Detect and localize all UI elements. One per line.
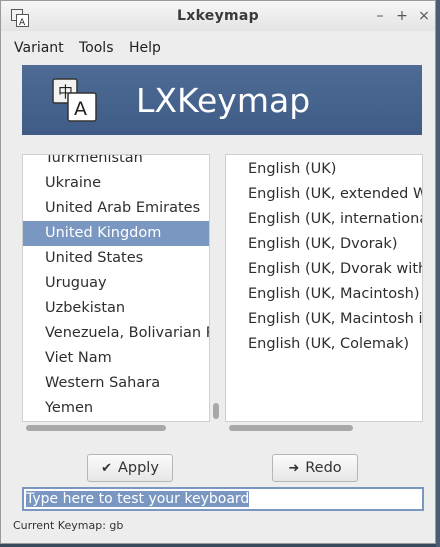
list-item[interactable]: United Arab Emirates [23, 196, 209, 221]
list-item-selected[interactable]: United Kingdom [23, 221, 209, 246]
list-item[interactable]: English (UK) [226, 157, 422, 182]
list-item[interactable]: Ukraine [23, 171, 209, 196]
country-list-scrollbar[interactable] [213, 403, 219, 419]
list-item[interactable]: English (UK, extended WinK [226, 182, 422, 207]
list-item[interactable]: English (UK, Colemak) [226, 332, 422, 357]
country-list[interactable]: Turkmenistan Ukraine United Arab Emirate… [22, 154, 210, 422]
menu-help[interactable]: Help [129, 40, 161, 56]
list-item[interactable]: English (UK, Macintosh) [226, 282, 422, 307]
list-item[interactable]: English (UK, Dvorak) [226, 232, 422, 257]
minimize-icon[interactable]: – [373, 9, 387, 23]
variant-list-hscrollbar[interactable] [229, 425, 353, 431]
redo-button-label: Redo [305, 460, 342, 476]
list-item[interactable]: Viet Nam [23, 346, 209, 371]
maximize-icon[interactable]: + [395, 9, 409, 23]
list-item[interactable]: English (UK, international w [226, 207, 422, 232]
list-item[interactable]: Western Sahara [23, 371, 209, 396]
lxkeymap-window: A Lxkeymap – + × Variant Tools Help 中 A … [0, 0, 436, 544]
country-list-hscrollbar[interactable] [26, 425, 166, 431]
window-title: Lxkeymap [177, 8, 259, 24]
keyboard-layout-icon: 中 A [52, 78, 97, 122]
status-bar: Current Keymap: gb [13, 519, 124, 532]
list-item[interactable]: Yemen [23, 396, 209, 421]
keyboard-test-text: Type here to test your keyboard [26, 491, 250, 507]
list-item[interactable]: English (UK, Macintosh inte [226, 307, 422, 332]
list-item[interactable]: United States [23, 246, 209, 271]
apply-button[interactable]: ✔ Apply [87, 454, 173, 482]
check-icon: ✔ [101, 461, 112, 476]
list-item[interactable]: Venezuela, Bolivarian Rep [23, 321, 209, 346]
list-item[interactable]: Turkmenistan [23, 155, 209, 171]
header-banner: 中 A LXKeymap [22, 65, 422, 135]
redo-arrow-icon: ➜ [288, 461, 300, 476]
svg-text:A: A [74, 98, 87, 120]
list-item[interactable]: English (UK, Dvorak with UK [226, 257, 422, 282]
close-icon[interactable]: × [417, 9, 431, 23]
list-item[interactable]: Uzbekistan [23, 296, 209, 321]
desktop-background [436, 0, 440, 547]
menu-variant[interactable]: Variant [14, 40, 64, 56]
apply-button-label: Apply [117, 460, 159, 476]
menu-bar: Variant Tools Help [1, 35, 435, 61]
title-bar[interactable]: A Lxkeymap – + × [1, 1, 435, 31]
banner-title: LXKeymap [136, 81, 311, 120]
redo-button[interactable]: ➜ Redo [272, 454, 358, 482]
variant-list[interactable]: English (UK) English (UK, extended WinK … [225, 154, 423, 422]
keyboard-test-input[interactable]: Type here to test your keyboard [22, 487, 424, 511]
menu-tools[interactable]: Tools [79, 40, 114, 56]
list-item[interactable]: Uruguay [23, 271, 209, 296]
